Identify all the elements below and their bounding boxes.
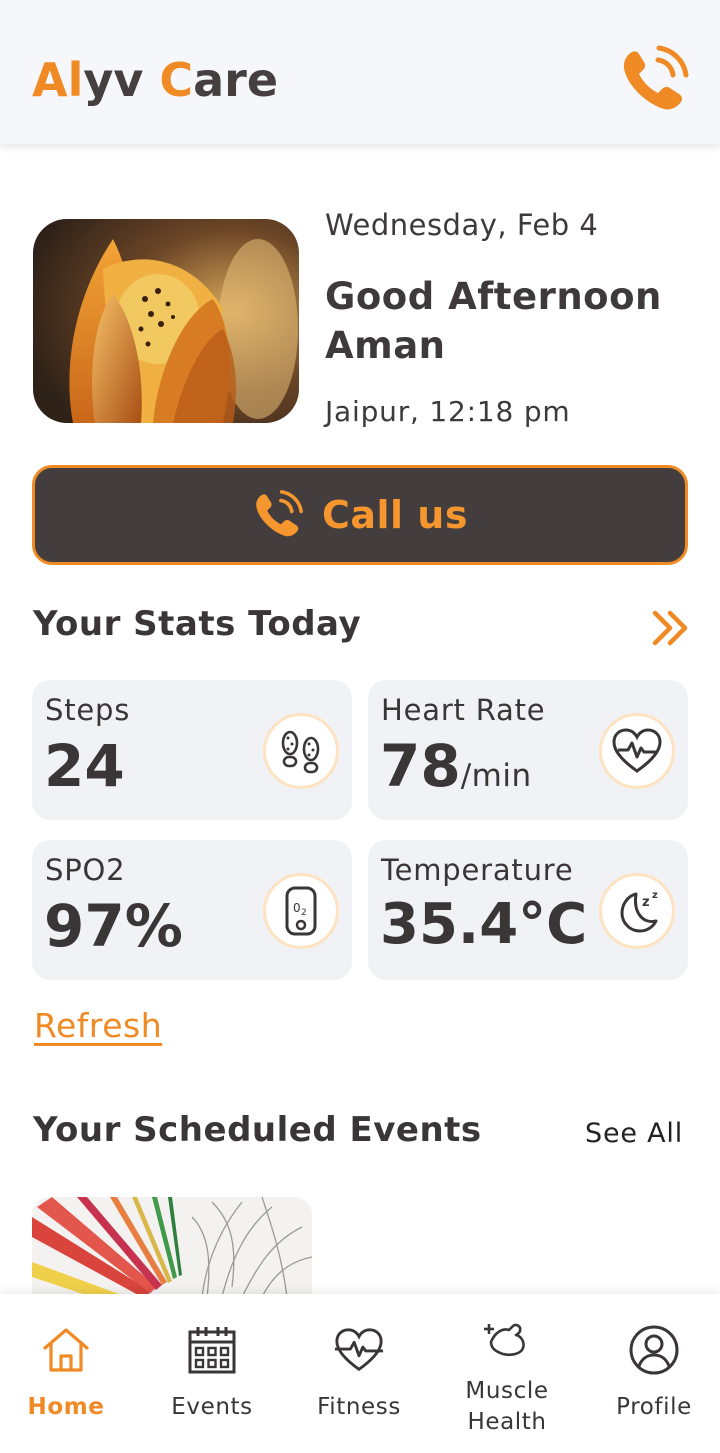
call-us-label: Call us — [322, 493, 468, 537]
location-time: Jaipur, 12:18 pm — [325, 395, 571, 428]
nav-label: Profile — [616, 1394, 692, 1420]
user-name: Aman — [325, 324, 446, 367]
stat-value: 97% — [44, 892, 183, 960]
current-date: Wednesday, Feb 4 — [325, 208, 599, 242]
bottom-navigation: Home Events Fitness Muscle Health Profil… — [0, 1294, 720, 1453]
svg-text:2: 2 — [301, 908, 307, 918]
oximeter-icon: 0 2 — [285, 886, 317, 936]
muscle-icon — [484, 1323, 525, 1357]
moon-sleep-icon: z z — [620, 890, 658, 933]
heart-pulse-icon — [334, 1328, 384, 1372]
svg-text:z: z — [652, 890, 658, 901]
event-card-image[interactable] — [32, 1197, 312, 1297]
stat-icon-badge: 0 2 — [263, 873, 339, 949]
phone-call-icon — [256, 490, 303, 537]
steps-card[interactable]: Steps 24 — [32, 680, 352, 820]
greeting-flower-image — [33, 219, 299, 423]
stat-label: Steps — [45, 693, 131, 727]
svg-text:z: z — [642, 895, 650, 910]
calendar-icon — [188, 1327, 236, 1374]
stats-section-title: Your Stats Today — [33, 604, 362, 644]
heart-pulse-icon — [612, 728, 662, 773]
user-icon — [629, 1325, 679, 1375]
home-icon — [43, 1328, 89, 1372]
stat-value: 35.4°C — [380, 892, 588, 957]
stat-icon-badge — [599, 713, 675, 789]
heart-rate-card[interactable]: Heart Rate 78/min — [368, 680, 688, 820]
footsteps-icon — [281, 730, 320, 774]
double-chevron-right-icon[interactable] — [650, 608, 692, 648]
events-section-title: Your Scheduled Events — [33, 1110, 482, 1150]
stat-icon-badge: z z — [599, 873, 675, 949]
spo2-card[interactable]: SPO2 97% 0 2 — [32, 840, 352, 980]
app-logo: Alyv Care — [32, 53, 279, 107]
stat-label: Temperature — [381, 853, 574, 887]
svg-text:0: 0 — [293, 901, 301, 915]
refresh-link[interactable]: Refresh — [34, 1006, 162, 1045]
stat-label: Heart Rate — [381, 693, 546, 727]
nav-item-events[interactable]: Events — [139, 1294, 285, 1453]
nav-item-home[interactable]: Home — [0, 1294, 139, 1453]
call-us-button[interactable]: Call us — [32, 465, 688, 565]
see-all-link[interactable]: See All — [585, 1118, 683, 1149]
phone-call-icon[interactable] — [618, 44, 690, 116]
greeting-text: Good Afternoon Aman — [325, 272, 662, 370]
nav-item-fitness[interactable]: Fitness — [286, 1294, 432, 1453]
app-header: Alyv Care — [0, 0, 720, 144]
stat-label: SPO2 — [45, 853, 126, 887]
stat-value: 24 — [44, 732, 125, 800]
nav-label: Home — [27, 1394, 105, 1420]
nav-item-muscle-health[interactable]: Muscle Health — [434, 1294, 580, 1453]
nav-item-profile[interactable]: Profile — [581, 1294, 720, 1453]
nav-label: Fitness — [317, 1394, 401, 1420]
stat-icon-badge — [263, 713, 339, 789]
temperature-card[interactable]: Temperature 35.4°C z z — [368, 840, 688, 980]
stat-value: 78/min — [380, 732, 532, 800]
nav-label: Events — [171, 1394, 253, 1420]
nav-label: Muscle Health — [465, 1378, 549, 1435]
